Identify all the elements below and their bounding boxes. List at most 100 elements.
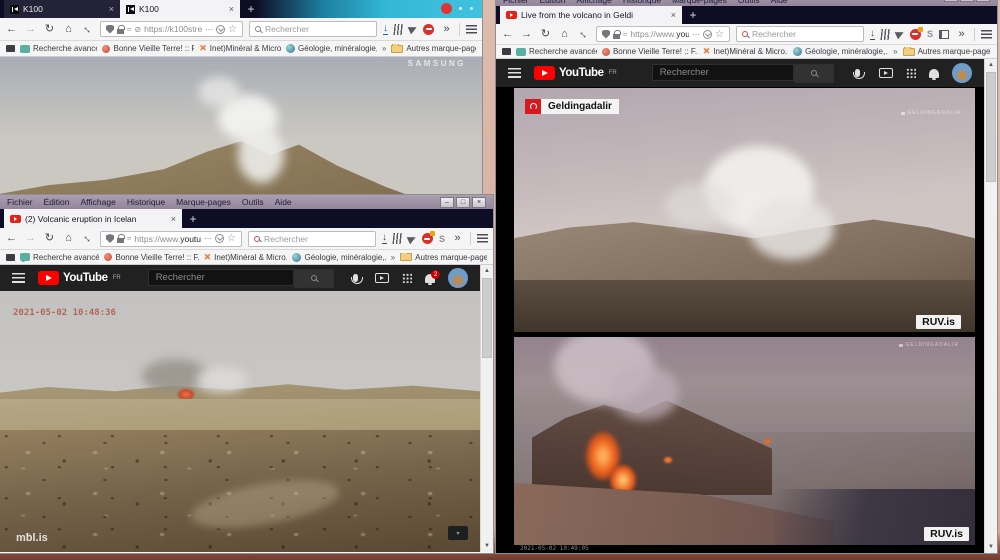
bookmark-item[interactable]: ✕ Inet)Minéral & Micro... (703, 47, 788, 56)
permissions-icon[interactable]: ≈ (127, 25, 131, 34)
tab-ruv-live[interactable]: Live from the volcano in Geldi × (500, 6, 682, 24)
search-field[interactable]: Rechercher (249, 21, 377, 37)
scroll-down-arrow[interactable]: ▼ (985, 541, 997, 553)
bookmark-item[interactable]: Recherche avancée (20, 44, 97, 53)
menu-historique[interactable]: Historique (623, 0, 661, 5)
library-button[interactable] (392, 233, 403, 244)
url-bar[interactable]: ≈ https://www.youtube.com/watch? ⋯ ☆ (100, 230, 242, 247)
page-actions-icon[interactable]: ⋯ (692, 30, 700, 39)
bookmark-star-icon[interactable]: ☆ (228, 24, 237, 35)
youtube-search-input[interactable]: Rechercher (147, 268, 294, 286)
bookmark-item[interactable]: Bonne Vieille Terre! :: F... (104, 253, 199, 262)
minimize-button[interactable]: – (440, 196, 454, 208)
ruv-live-video-top[interactable]: Geldingadalir GELDINGADALIR RUV.is (514, 88, 975, 332)
permissions-icon[interactable]: ≈ (623, 30, 627, 39)
reload-button[interactable]: ↻ (43, 233, 56, 244)
bookmark-item[interactable]: Géologie, minéralogie,... (286, 44, 377, 53)
other-bookmarks[interactable]: Autres marque-pages (391, 44, 476, 53)
bookmark-item[interactable]: ✕ Inet)Minéral & Micro... (204, 253, 288, 262)
profile-avatar[interactable] (952, 63, 972, 83)
page-actions-icon[interactable]: ⋯ (204, 234, 212, 243)
page-scrollbar[interactable]: ▲ ▼ (984, 59, 997, 553)
new-tab-button[interactable]: + (682, 6, 704, 24)
tab-close-icon[interactable]: × (671, 10, 676, 20)
scroll-up-arrow[interactable]: ▲ (985, 59, 997, 71)
maximize-button[interactable]: □ (960, 0, 974, 2)
tab-k100-background[interactable]: K100 × (4, 0, 120, 18)
bookmark-star-icon[interactable]: ☆ (227, 233, 236, 244)
tab-close-icon[interactable]: × (109, 4, 114, 14)
send-tab-icon[interactable] (894, 28, 906, 40)
youtube-apps-icon[interactable] (906, 68, 916, 78)
menu-marque-pages[interactable]: Marque-pages (672, 0, 727, 5)
new-tab-button[interactable]: + (240, 0, 262, 18)
menu-fichier[interactable]: Fichier (7, 197, 33, 207)
library-button[interactable] (393, 23, 404, 35)
menu-fichier[interactable]: Fichier (503, 0, 529, 5)
home-button[interactable]: ⌂ (62, 233, 75, 244)
notifications-bell-icon[interactable] (929, 68, 939, 80)
pocket-icon[interactable] (216, 24, 226, 34)
adblock-icon[interactable] (423, 23, 434, 35)
reload-button[interactable]: ↻ (43, 23, 56, 35)
back-button[interactable]: ← (501, 28, 514, 40)
downloads-button[interactable]: ↓ (383, 23, 388, 35)
forward-button[interactable]: → (24, 233, 37, 244)
close-button[interactable]: × (472, 196, 486, 208)
downloads-button[interactable]: ↓ (381, 233, 387, 244)
library-button[interactable] (880, 28, 891, 40)
youtube-menu-icon[interactable] (12, 273, 25, 283)
fullscreen-button[interactable]: ↔ (79, 230, 96, 247)
pocket-icon[interactable] (703, 29, 713, 39)
bookmark-item[interactable]: Recherche avancée (20, 253, 99, 262)
menu-aide[interactable]: Aide (275, 197, 292, 207)
permissions-icon[interactable]: ≈ (127, 234, 131, 243)
bookmarks-overflow-chevrons[interactable]: » (382, 44, 386, 53)
send-tab-icon[interactable] (407, 23, 419, 35)
tab-volcanic-eruption[interactable]: (2) Volcanic eruption in Icelan × (4, 209, 182, 228)
tracking-shield-icon[interactable] (106, 234, 114, 243)
overflow-chevrons[interactable]: » (451, 233, 464, 244)
url-bar[interactable]: ≈ https://www.youtube.com/watc ⋯ ☆ (596, 26, 730, 42)
app-menu-icon[interactable] (981, 29, 992, 39)
fullscreen-button[interactable]: ↔ (575, 26, 592, 43)
menu-affichage[interactable]: Affichage (577, 0, 612, 5)
reload-button[interactable]: ↻ (539, 28, 552, 40)
adblock-icon[interactable] (909, 26, 923, 40)
youtube-search-button[interactable] (294, 268, 334, 288)
bookmark-app-icon[interactable] (6, 45, 15, 52)
tracking-shield-icon[interactable] (602, 29, 610, 39)
tab-k100-active[interactable]: K100 × (120, 0, 240, 18)
autoplay-blocked-icon[interactable]: ⊘ (134, 25, 141, 34)
page-actions-icon[interactable]: ⋯ (205, 25, 213, 34)
voice-search-icon[interactable] (852, 69, 865, 79)
search-field[interactable]: Rechercher (735, 26, 864, 42)
bookmark-app-icon[interactable] (502, 48, 511, 55)
overflow-chevrons[interactable]: » (440, 23, 453, 35)
bookmarks-overflow-chevrons[interactable]: » (893, 47, 897, 56)
adblock-icon[interactable] (421, 231, 435, 244)
sidebar-toggle-icon[interactable] (939, 29, 949, 39)
create-video-icon[interactable] (375, 273, 389, 283)
overflow-chevrons[interactable]: » (955, 28, 968, 40)
bookmark-item[interactable]: ✕ Inet)Minéral & Micro... (199, 44, 281, 53)
bookmark-item[interactable]: Géologie, minéralogie,... (292, 252, 386, 262)
home-button[interactable]: ⌂ (62, 23, 75, 35)
channel-badge[interactable]: Geldingadalir (525, 99, 619, 114)
bookmark-item[interactable]: Recherche avancée (516, 47, 597, 56)
scrollbar-thumb[interactable] (986, 72, 996, 182)
scrollbar-thumb[interactable] (482, 278, 492, 358)
other-bookmarks[interactable]: Autres marque-pages (902, 47, 991, 56)
menu-outils[interactable]: Outils (738, 0, 760, 5)
pocket-icon[interactable] (215, 234, 225, 243)
forward-button[interactable]: → (24, 23, 37, 35)
extension-s-icon[interactable]: S (927, 29, 933, 39)
bookmark-item[interactable]: Bonne Vieille Terre! :: F... (102, 44, 194, 53)
extension-s-icon[interactable]: S (439, 234, 445, 244)
app-menu-icon[interactable] (466, 24, 477, 34)
other-bookmarks[interactable]: Autres marque-pages (400, 252, 487, 262)
page-scrollbar[interactable]: ▲ ▼ (480, 265, 493, 552)
forward-button[interactable]: → (520, 28, 533, 40)
search-field[interactable]: Rechercher (247, 230, 376, 247)
voice-search-icon[interactable] (350, 274, 363, 284)
